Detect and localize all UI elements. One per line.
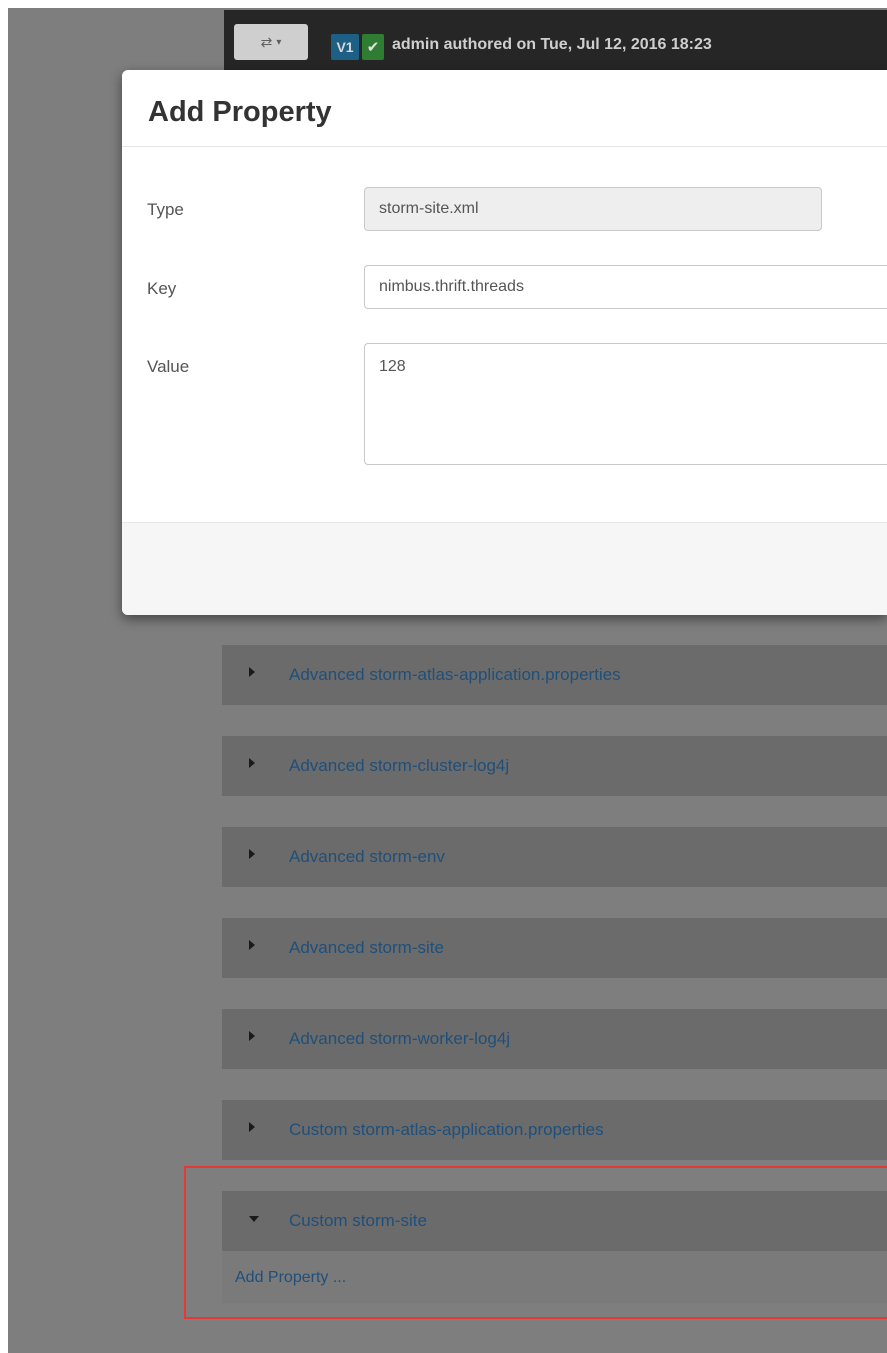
panel-title[interactable]: Advanced storm-cluster-log4j xyxy=(289,756,509,776)
modal-header: Add Property xyxy=(122,70,887,147)
panel-title[interactable]: Advanced storm-worker-log4j xyxy=(289,1029,510,1049)
shuffle-icon: ⇄ xyxy=(260,33,273,50)
value-label: Value xyxy=(147,357,190,376)
switch-version-button[interactable]: ⇄ ▾ xyxy=(234,24,308,60)
modal-footer xyxy=(122,522,887,615)
panel-title[interactable]: Advanced storm-env xyxy=(289,847,445,867)
caret-right-icon xyxy=(249,1122,255,1132)
panel-title[interactable]: Advanced storm-site xyxy=(289,938,444,958)
panel-advanced-storm-atlas-application-properties[interactable]: Advanced storm-atlas-application.propert… xyxy=(222,645,887,705)
key-label: Key xyxy=(147,279,177,298)
caret-right-icon xyxy=(249,940,255,950)
panel-advanced-storm-site[interactable]: Advanced storm-site xyxy=(222,918,887,978)
type-field[interactable]: storm-site.xml xyxy=(364,187,822,231)
value-textarea[interactable]: 128 xyxy=(364,343,887,465)
version-toolbar: ⇄ ▾ V1 ✔ admin authored on Tue, Jul 12, … xyxy=(224,10,887,74)
panel-advanced-storm-env[interactable]: Advanced storm-env xyxy=(222,827,887,887)
caret-right-icon xyxy=(249,849,255,859)
caret-right-icon xyxy=(249,758,255,768)
panel-title[interactable]: Advanced storm-atlas-application.propert… xyxy=(289,665,621,685)
version-author-text: admin authored on Tue, Jul 12, 2016 18:2… xyxy=(392,36,712,53)
panel-title[interactable]: Custom storm-atlas-application.propertie… xyxy=(289,1120,604,1140)
caret-down-icon: ▾ xyxy=(276,36,282,48)
caret-right-icon xyxy=(249,1031,255,1041)
caret-right-icon xyxy=(249,667,255,677)
add-property-modal: Add Property Type storm-site.xml Key nim… xyxy=(122,70,887,615)
version-badge: V1 xyxy=(331,34,359,60)
highlight-box xyxy=(184,1166,887,1319)
type-label: Type xyxy=(147,200,184,219)
panel-custom-storm-atlas-application-properties[interactable]: Custom storm-atlas-application.propertie… xyxy=(222,1100,887,1160)
panel-advanced-storm-worker-log4j[interactable]: Advanced storm-worker-log4j xyxy=(222,1009,887,1069)
panel-advanced-storm-cluster-log4j[interactable]: Advanced storm-cluster-log4j xyxy=(222,736,887,796)
key-input[interactable]: nimbus.thrift.threads xyxy=(364,265,887,309)
modal-title: Add Property xyxy=(148,96,332,128)
check-icon: ✔ xyxy=(362,34,384,60)
